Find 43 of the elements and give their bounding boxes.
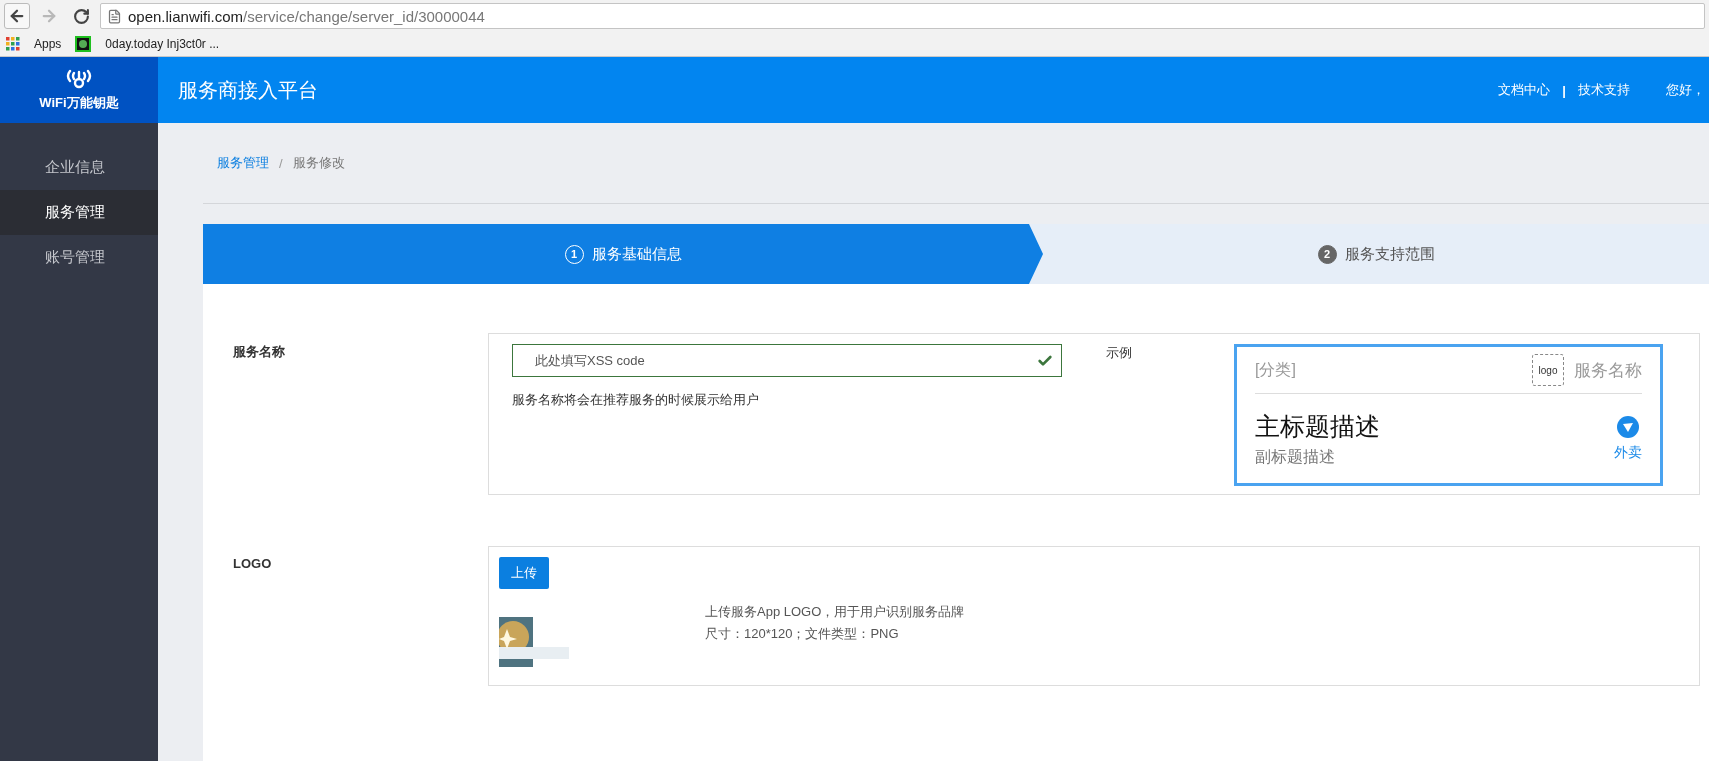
brand-name: WiFi万能钥匙 [39, 94, 119, 112]
apps-grid-icon [6, 37, 20, 51]
bookmark-link[interactable]: 0day.today Inj3ct0r ... [105, 37, 220, 51]
step-tab[interactable]: 1 服务基础信息 [203, 224, 1043, 284]
example-label: 示例 [1106, 344, 1133, 362]
breadcrumb-link[interactable]: 服务管理 [217, 154, 269, 172]
category-text: [分类] [1255, 359, 1297, 380]
logo-placeholder: logo [1532, 354, 1564, 386]
sidebar-item[interactable]: 账号管理 [0, 235, 158, 280]
greeting-text: 您好， [1666, 81, 1705, 99]
service-name-input[interactable]: 此处填写XSS code [512, 344, 1062, 377]
main-title-text: 主标题描述 [1255, 410, 1380, 442]
breadcrumb-current: 服务修改 [292, 154, 345, 172]
page-icon [107, 8, 122, 24]
help-text: 服务名称将会在推荐服务的时候展示给用户 [512, 391, 760, 409]
tag-text: 外卖 [1614, 443, 1642, 462]
sidebar-item[interactable]: 服务管理 [0, 190, 158, 235]
bookmark-link[interactable]: Apps [34, 37, 62, 51]
field-label: LOGO [233, 555, 273, 573]
reload-icon [72, 7, 90, 25]
sidebar-item[interactable]: 企业信息 [0, 145, 158, 190]
subtitle-text: 副标题描述 [1255, 446, 1336, 467]
back-button[interactable] [4, 3, 30, 29]
nav-separator: | [1562, 82, 1566, 98]
upload-button[interactable]: 上传 [499, 557, 549, 589]
logo-spec: 尺寸：120*120；文件类型：PNG [705, 625, 900, 643]
service-name-text: 服务名称 [1574, 359, 1642, 382]
step-number: 2 [1317, 244, 1337, 264]
logo-description: 上传服务App LOGO，用于用户识别服务品牌 [705, 603, 965, 621]
delivery-badge-icon [1617, 415, 1639, 438]
step-label: 服务基础信息 [591, 244, 682, 264]
forward-arrow-icon [40, 7, 58, 25]
address-bar[interactable]: open.lianwifi.com/service/change/server_id/30000044 [100, 3, 1705, 29]
url-text: open.lianwifi.com/service/change/server_id/30000044 [128, 7, 485, 25]
logo-image-drawing [499, 617, 569, 667]
step-label: 服务支持范围 [1344, 244, 1435, 264]
platform-title: 服务商接入平台 [177, 77, 319, 103]
site-favicon-icon [75, 36, 92, 52]
breadcrumb-separator: / [279, 155, 283, 171]
support-link[interactable]: 技术支持 [1578, 81, 1630, 99]
docs-link[interactable]: 文档中心 [1498, 81, 1551, 99]
wifi-key-logo-icon [65, 68, 93, 90]
field-label: 服务名称 [233, 343, 286, 361]
